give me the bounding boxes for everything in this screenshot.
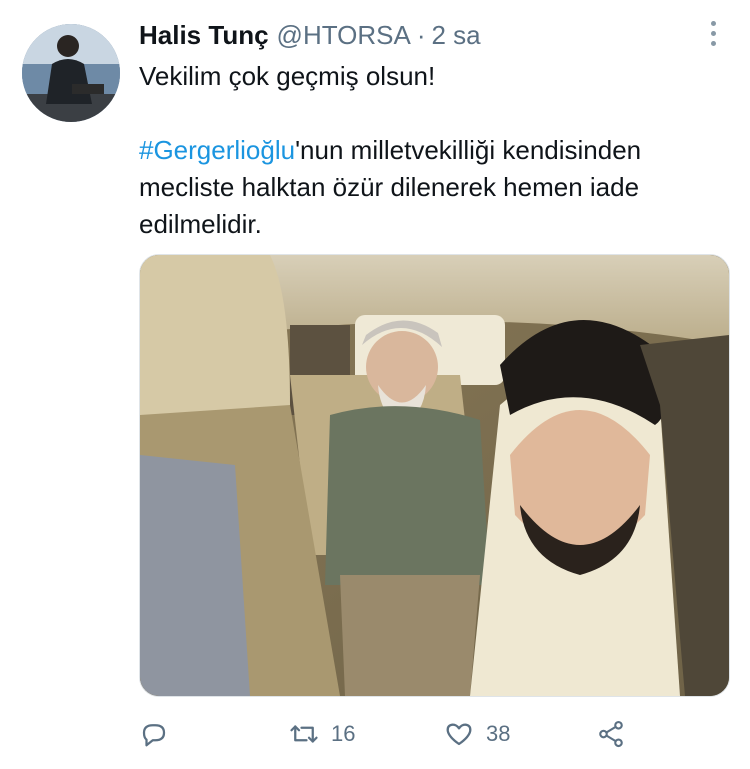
share-icon — [599, 720, 623, 748]
action-bar: 16 38 — [139, 712, 639, 756]
tweet-text-paragraph: #Gergerlioğlu'nun milletvekilliği kendis… — [139, 132, 729, 243]
retweet-button[interactable]: 16 — [289, 712, 355, 756]
reply-button[interactable] — [139, 712, 169, 756]
more-options-icon[interactable] — [700, 18, 726, 48]
retweet-icon — [290, 725, 318, 743]
author-name[interactable]: Halis Tunç — [139, 18, 269, 52]
tweet-text-line: Vekilim çok geçmiş olsun! — [139, 61, 436, 91]
like-count: 38 — [486, 721, 511, 746]
photo-car-selfie-icon — [140, 255, 729, 696]
like-button[interactable]: 38 — [444, 712, 510, 756]
retweet-count: 16 — [331, 721, 356, 746]
tweet-photo[interactable] — [139, 254, 730, 697]
share-button[interactable] — [596, 712, 626, 756]
tweet-header: Halis Tunç @HTORSA · 2 sa — [139, 18, 730, 52]
reply-icon — [142, 724, 166, 747]
heart-icon — [446, 723, 472, 746]
separator-dot: · — [416, 20, 426, 50]
tweet-text: Vekilim çok geçmiş olsun! #Gergerlioğlu'… — [139, 58, 729, 243]
author-handle[interactable]: @HTORSA — [277, 18, 411, 52]
tweet[interactable]: Halis Tunç @HTORSA · 2 sa Vekilim çok ge… — [0, 0, 750, 769]
tweet-time[interactable]: 2 sa — [431, 18, 480, 52]
avatar[interactable] — [22, 24, 120, 122]
avatar-image — [22, 24, 120, 122]
hashtag-link[interactable]: #Gergerlioğlu — [139, 135, 295, 165]
